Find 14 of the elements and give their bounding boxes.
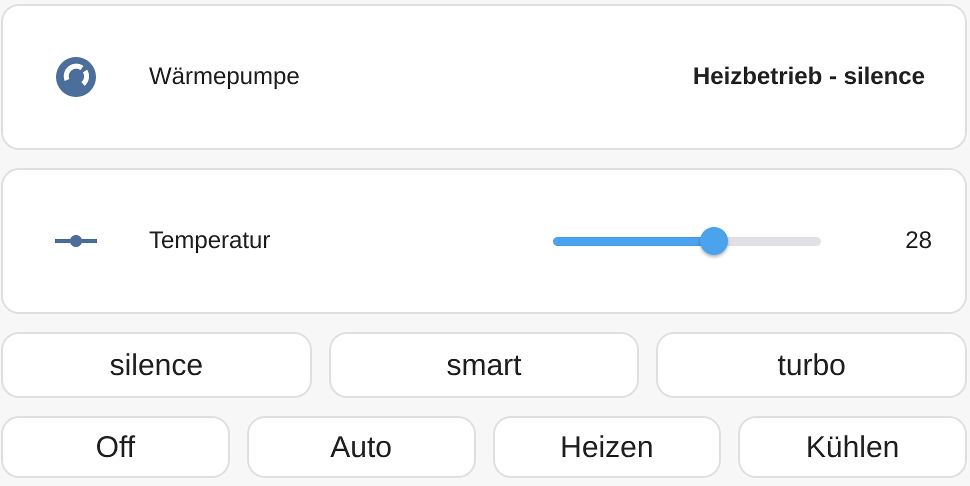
mode-button[interactable]: Off: [1, 416, 230, 478]
mode-button[interactable]: silence: [1, 332, 312, 398]
mode-button[interactable]: Kühlen: [738, 416, 967, 478]
mode-button[interactable]: Auto: [246, 416, 476, 478]
mode-button[interactable]: turbo: [656, 332, 968, 398]
slider-thumb[interactable]: [700, 227, 728, 255]
entity-label: Temperatur: [149, 226, 270, 256]
mode-button[interactable]: smart: [328, 332, 640, 398]
temperature-value: 28: [904, 226, 932, 256]
entity-label: Wärmepumpe: [149, 62, 300, 92]
mode-button[interactable]: Heizen: [492, 416, 722, 478]
heat-pump-icon: [55, 56, 97, 98]
slider-icon: [55, 234, 97, 248]
status-value: Heizbetrieb - silence: [692, 62, 925, 92]
